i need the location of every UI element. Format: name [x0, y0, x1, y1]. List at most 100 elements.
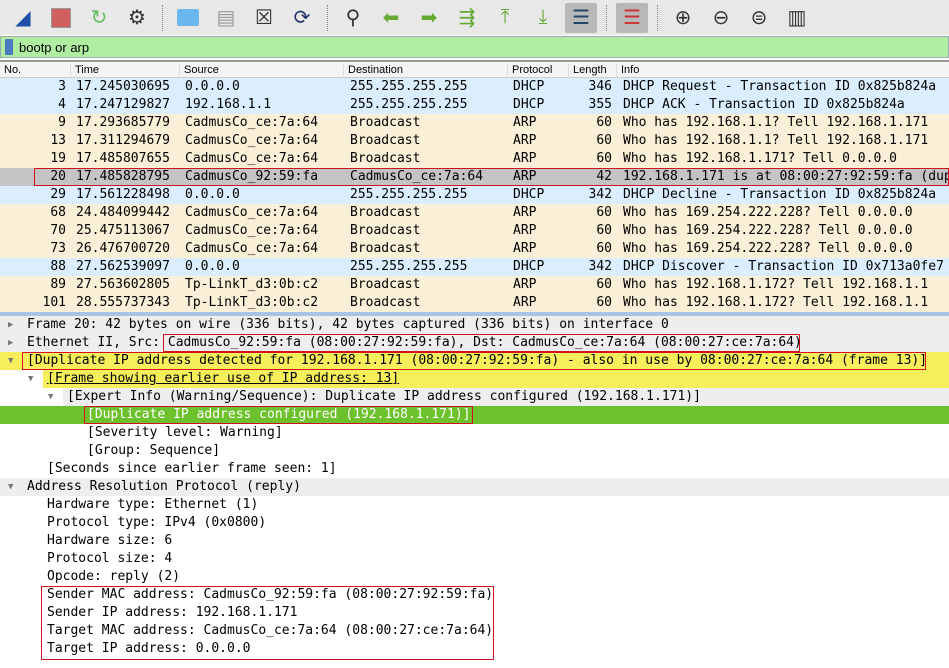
- detail-tree-item[interactable]: ▼ Address Resolution Protocol (reply): [0, 478, 949, 496]
- packet-list-header: No. Time Source Destination Protocol Len…: [0, 62, 949, 78]
- packet-row[interactable]: 4 17.247129827 192.168.1.1 255.255.255.255 D…: [0, 96, 949, 114]
- bookmark-icon[interactable]: [5, 39, 13, 55]
- display-filter-bar[interactable]: bootp or arp: [0, 36, 949, 58]
- normal-size-icon[interactable]: ⊜: [743, 3, 775, 33]
- cell-time: 25.475113067: [76, 223, 170, 238]
- packet-row[interactable]: 101 28.555737343 Tp-LinkT_d3:0b:c2 Broadcas…: [0, 294, 949, 312]
- cell-info: Who has 192.168.1.172? Tell 192.168.1.1: [623, 277, 929, 292]
- expanded-triangle-icon[interactable]: ▼: [8, 478, 13, 496]
- annotation-box: [163, 334, 800, 352]
- last-packet-icon[interactable]: ⤓: [527, 3, 559, 33]
- filter-input[interactable]: bootp or arp: [19, 40, 89, 55]
- collapsed-triangle-icon[interactable]: ▶: [8, 316, 13, 334]
- open-folder-icon[interactable]: [172, 3, 204, 33]
- cell-len: 342: [588, 259, 612, 274]
- cell-no: 88: [50, 259, 66, 274]
- cell-no: 89: [50, 277, 66, 292]
- packet-row[interactable]: 9 17.293685779 CadmusCo_ce:7a:64 Broadcast A…: [0, 114, 949, 132]
- cell-len: 60: [596, 205, 612, 220]
- cell-proto: ARP: [513, 133, 537, 148]
- cell-src: CadmusCo_ce:7a:64: [185, 133, 319, 148]
- zoom-in-icon[interactable]: ⊕: [667, 3, 699, 33]
- cell-len: 342: [588, 187, 612, 202]
- expanded-triangle-icon[interactable]: ▼: [8, 352, 13, 370]
- column-header-protocol[interactable]: Protocol: [507, 64, 552, 78]
- detail-text: Frame 20: 42 bytes on wire (336 bits), 4…: [27, 317, 669, 332]
- expanded-triangle-icon[interactable]: ▼: [48, 388, 53, 406]
- cell-src: Tp-LinkT_d3:0b:c2: [185, 277, 319, 292]
- cell-info: DHCP Request - Transaction ID 0x825b824a: [623, 79, 937, 94]
- cell-info: Who has 169.254.222.228? Tell 0.0.0.0: [623, 205, 913, 220]
- cell-src: 0.0.0.0: [185, 187, 240, 202]
- cell-dst: Broadcast: [350, 277, 421, 292]
- expanded-triangle-icon[interactable]: ▼: [28, 370, 33, 388]
- cell-no: 29: [50, 187, 66, 202]
- forward-arrow-icon[interactable]: ➡: [413, 3, 445, 33]
- column-header-length[interactable]: Length: [568, 64, 607, 78]
- detail-tree-item[interactable]: Protocol size: 4: [0, 550, 949, 568]
- file-icon[interactable]: ▤: [210, 3, 242, 33]
- cell-len: 346: [588, 79, 612, 94]
- resize-columns-icon[interactable]: ▥: [781, 3, 813, 33]
- cell-no: 68: [50, 205, 66, 220]
- cell-dst: Broadcast: [350, 115, 421, 130]
- detail-tree-item[interactable]: Protocol type: IPv4 (0x0800): [0, 514, 949, 532]
- column-header-info[interactable]: Info: [616, 64, 639, 78]
- find-icon[interactable]: ⚲: [337, 3, 369, 33]
- first-packet-icon[interactable]: ⤒: [489, 3, 521, 33]
- colorize-icon[interactable]: ☰: [616, 2, 648, 33]
- packet-row[interactable]: 19 17.485807655 CadmusCo_ce:7a:64 Broadcast…: [0, 150, 949, 168]
- detail-tree-item[interactable]: [Severity level: Warning]: [0, 424, 949, 442]
- cell-no: 4: [58, 97, 66, 112]
- packet-row[interactable]: 68 24.484099442 CadmusCo_ce:7a:64 Broadcast…: [0, 204, 949, 222]
- detail-text: Address Resolution Protocol (reply): [27, 479, 301, 494]
- cell-proto: DHCP: [513, 187, 545, 202]
- cell-proto: ARP: [513, 295, 537, 310]
- packet-row[interactable]: 89 27.563602805 Tp-LinkT_d3:0b:c2 Broadcast…: [0, 276, 949, 294]
- detail-tree-item[interactable]: ▼ [Frame showing earlier use of IP addres…: [0, 370, 949, 388]
- detail-tree-item[interactable]: [Seconds since earlier frame seen: 1]: [0, 460, 949, 478]
- detail-tree-item[interactable]: ▼ [Expert Info (Warning/Sequence): Duplic…: [0, 388, 949, 406]
- cell-info: Who has 169.254.222.228? Tell 0.0.0.0: [623, 223, 913, 238]
- column-header-no[interactable]: No.: [0, 64, 21, 78]
- restart-icon[interactable]: ↻: [83, 3, 115, 33]
- packet-row[interactable]: 20 17.485828795 CadmusCo_92:59:fa CadmusCo_…: [0, 168, 949, 186]
- reload-icon[interactable]: ⟳: [286, 3, 318, 33]
- detail-tree-item[interactable]: Hardware size: 6: [0, 532, 949, 550]
- cell-no: 19: [50, 151, 66, 166]
- cell-len: 355: [588, 97, 612, 112]
- shark-fin-start-icon[interactable]: ◢: [7, 3, 39, 33]
- packet-row[interactable]: 13 17.311294679 CadmusCo_ce:7a:64 Broadcast…: [0, 132, 949, 150]
- options-gear-icon[interactable]: ⚙: [121, 3, 153, 33]
- autoscroll-icon[interactable]: ☰: [565, 2, 597, 33]
- column-header-source[interactable]: Source: [179, 64, 219, 78]
- detail-tree-item[interactable]: ▶ Frame 20: 42 bytes on wire (336 bits), …: [0, 316, 949, 334]
- collapsed-triangle-icon[interactable]: ▶: [8, 334, 13, 352]
- detail-text: Protocol type: IPv4 (0x0800): [47, 515, 267, 530]
- cell-len: 60: [596, 295, 612, 310]
- cell-len: 60: [596, 133, 612, 148]
- packet-row[interactable]: 3 17.245030695 0.0.0.0 255.255.255.255 DHCP 3…: [0, 78, 949, 96]
- packet-details-pane: ▶ Frame 20: 42 bytes on wire (336 bits), …: [0, 316, 949, 660]
- packet-row[interactable]: 70 25.475113067 CadmusCo_ce:7a:64 Broadcast…: [0, 222, 949, 240]
- cell-dst: 255.255.255.255: [350, 259, 468, 274]
- column-header-destination[interactable]: Destination: [343, 64, 403, 78]
- back-arrow-icon[interactable]: ⬅: [375, 3, 407, 33]
- stop-icon[interactable]: [45, 3, 77, 33]
- zoom-out-icon[interactable]: ⊖: [705, 3, 737, 33]
- packet-row[interactable]: 88 27.562539097 0.0.0.0 255.255.255.255 DHCP…: [0, 258, 949, 276]
- cell-dst: Broadcast: [350, 295, 421, 310]
- cell-no: 3: [58, 79, 66, 94]
- detail-tree-item[interactable]: Opcode: reply (2): [0, 568, 949, 586]
- detail-text: [Frame showing earlier use of IP address…: [47, 371, 400, 386]
- packet-row[interactable]: 73 26.476700720 CadmusCo_ce:7a:64 Broadcast…: [0, 240, 949, 258]
- cell-no: 70: [50, 223, 66, 238]
- packet-row[interactable]: 29 17.561228498 0.0.0.0 255.255.255.255 DHCP…: [0, 186, 949, 204]
- close-file-icon[interactable]: ☒: [248, 3, 280, 33]
- detail-tree-item[interactable]: Hardware type: Ethernet (1): [0, 496, 949, 514]
- go-to-packet-icon[interactable]: ⇶: [451, 3, 483, 33]
- cell-dst: Broadcast: [350, 223, 421, 238]
- cell-dst: Broadcast: [350, 133, 421, 148]
- detail-tree-item[interactable]: [Group: Sequence]: [0, 442, 949, 460]
- column-header-time[interactable]: Time: [70, 64, 99, 78]
